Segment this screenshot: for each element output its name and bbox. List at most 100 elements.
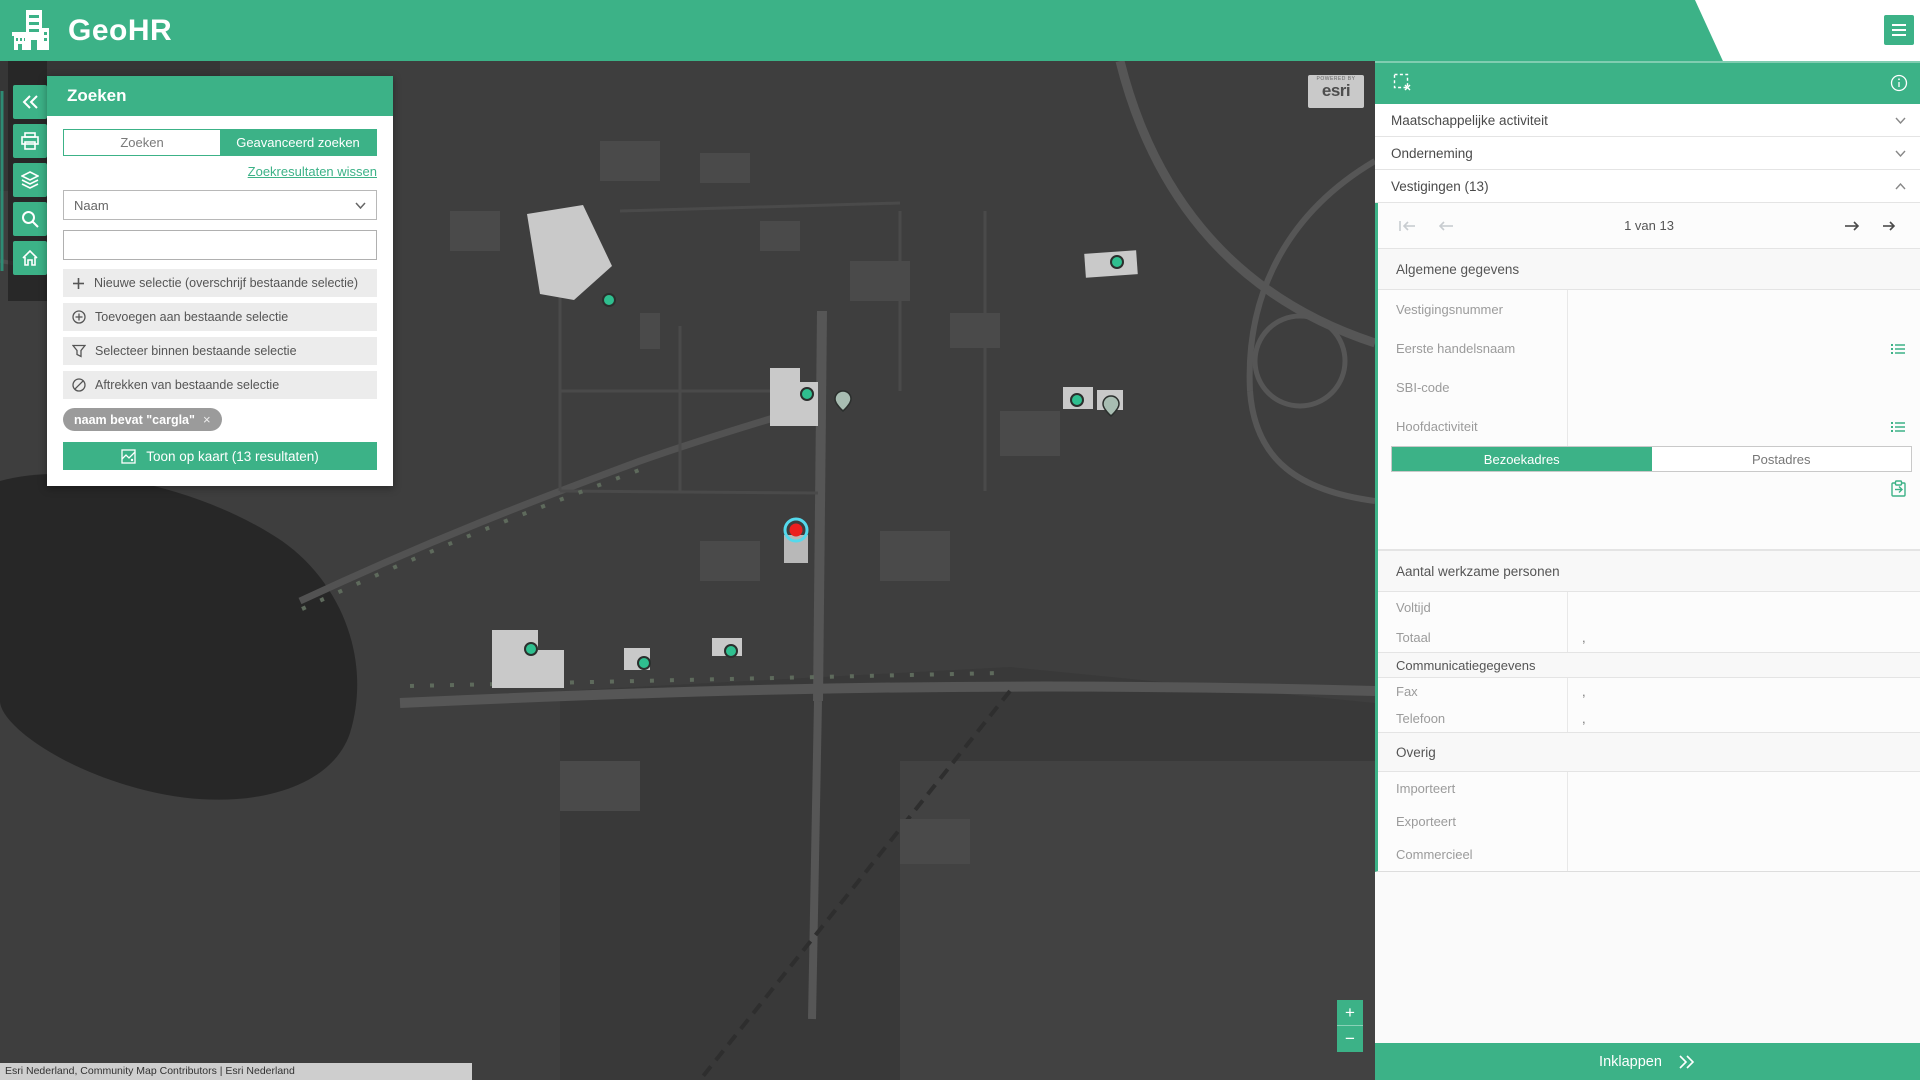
related-list-button[interactable] — [1890, 407, 1920, 446]
field-dropdown[interactable]: Naam — [63, 190, 377, 220]
field-row-vestigingsnummer: Vestigingsnummer — [1378, 290, 1920, 329]
search-button[interactable] — [13, 202, 47, 236]
selection-mode-label: Nieuwe selectie (overschrijf bestaande s… — [94, 276, 358, 290]
field-row-exporteert: Exporteert — [1378, 805, 1920, 838]
field-label: Totaal — [1378, 622, 1568, 652]
selection-mode-add[interactable]: Toevoegen aan bestaande selectie — [63, 303, 377, 331]
accordion-label: Maatschappelijke activiteit — [1391, 113, 1548, 128]
field-row-voltijd: Voltijd — [1378, 592, 1920, 622]
field-value — [1568, 290, 1920, 329]
menu-button[interactable] — [1884, 15, 1914, 45]
chevron-down-icon — [1895, 117, 1906, 124]
tab-zoeken[interactable]: Zoeken — [64, 130, 220, 155]
details-panel: Maatschappelijke activiteit Onderneming … — [1375, 61, 1920, 1080]
clear-selection-icon[interactable] — [1393, 73, 1412, 92]
clipboard-arrow-icon — [1890, 480, 1907, 498]
accordion-vestigingen[interactable]: Vestigingen (13) — [1375, 170, 1920, 203]
collapse-panel-button[interactable] — [13, 85, 47, 119]
accordion-onderneming[interactable]: Onderneming — [1375, 137, 1920, 170]
print-button[interactable] — [13, 124, 47, 158]
map-marker-green[interactable] — [1111, 256, 1123, 268]
search-input[interactable] — [63, 230, 377, 260]
field-label: Telefoon — [1378, 705, 1568, 732]
printer-icon — [21, 132, 39, 150]
collapse-panel-button-bottom[interactable]: Inklappen — [1375, 1043, 1920, 1080]
selection-mode-new[interactable]: Nieuwe selectie (overschrijf bestaande s… — [63, 269, 377, 297]
filter-tag-label: naam bevat "cargla" — [74, 413, 195, 427]
field-label: Vestigingsnummer — [1378, 290, 1568, 329]
accordion-maatschappelijke-activiteit[interactable]: Maatschappelijke activiteit — [1375, 104, 1920, 137]
address-content — [1378, 472, 1920, 550]
zoom-out-button[interactable]: − — [1337, 1026, 1363, 1052]
related-list-button[interactable] — [1890, 329, 1920, 368]
map-marker-green[interactable] — [525, 643, 537, 655]
first-record-button[interactable] — [1398, 220, 1416, 232]
last-record-button[interactable] — [1882, 220, 1900, 232]
info-icon[interactable] — [1890, 74, 1908, 92]
list-icon — [1890, 342, 1906, 356]
field-row-sbi-code: SBI-code — [1378, 368, 1920, 407]
geohr-logo-icon — [10, 8, 56, 53]
search-icon — [21, 210, 39, 228]
layers-button[interactable] — [13, 163, 47, 197]
field-row-telefoon: Telefoon , — [1378, 705, 1920, 732]
selection-mode-within[interactable]: Selecteer binnen bestaande selectie — [63, 337, 377, 365]
chevrons-right-icon — [1678, 1055, 1696, 1069]
field-value: , — [1568, 705, 1920, 732]
field-label: SBI-code — [1378, 368, 1568, 407]
field-label: Hoofdactiviteit — [1378, 407, 1568, 446]
tab-bezoekadres[interactable]: Bezoekadres — [1392, 447, 1652, 471]
field-value — [1568, 805, 1920, 838]
copy-address-button[interactable] — [1890, 480, 1907, 503]
field-value — [1568, 407, 1890, 446]
record-pagination: 1 van 13 — [1378, 203, 1920, 248]
first-record-icon — [1398, 220, 1416, 232]
layers-icon — [21, 171, 39, 189]
left-toolstrip — [8, 61, 47, 301]
selection-mode-subtract[interactable]: Aftrekken van bestaande selectie — [63, 371, 377, 399]
field-dropdown-value: Naam — [74, 198, 109, 213]
tab-postadres[interactable]: Postadres — [1652, 447, 1912, 471]
map-icon — [121, 449, 136, 464]
chevron-down-icon — [355, 202, 366, 209]
home-icon — [21, 249, 39, 267]
search-tabs: Zoeken Geavanceerd zoeken — [63, 129, 377, 156]
app-title: GeoHR — [68, 14, 172, 48]
field-row-totaal: Totaal , — [1378, 622, 1920, 652]
chevron-down-icon — [1895, 150, 1906, 157]
search-panel-title: Zoeken — [47, 76, 393, 116]
app-header: GeoHR — [0, 0, 1920, 61]
search-panel: Zoeken Zoeken Geavanceerd zoeken Zoekres… — [47, 76, 393, 486]
funnel-icon — [72, 344, 86, 358]
map-marker-green[interactable] — [725, 645, 737, 657]
zoom-controls: + − — [1337, 1000, 1363, 1052]
field-value: , — [1568, 622, 1920, 652]
section-header-communicatiegegevens: Communicatiegegevens — [1378, 652, 1920, 678]
address-tabs: Bezoekadres Postadres — [1391, 446, 1912, 472]
map-marker-green[interactable] — [603, 294, 615, 306]
selection-mode-label: Toevoegen aan bestaande selectie — [95, 310, 288, 324]
section-header-overig: Overig — [1378, 732, 1920, 772]
selection-mode-label: Aftrekken van bestaande selectie — [95, 378, 279, 392]
field-label: Voltijd — [1378, 592, 1568, 622]
map-marker-green[interactable] — [1071, 394, 1083, 406]
home-button[interactable] — [13, 241, 47, 275]
field-value — [1568, 592, 1920, 622]
zoom-in-button[interactable]: + — [1337, 1000, 1363, 1026]
show-on-map-label: Toon op kaart (13 resultaten) — [146, 449, 319, 464]
selection-mode-label: Selecteer binnen bestaande selectie — [95, 344, 297, 358]
clear-results-link[interactable]: Zoekresultaten wissen — [248, 164, 377, 179]
details-toolbar — [1375, 61, 1920, 104]
last-record-icon — [1882, 220, 1900, 232]
previous-record-button[interactable] — [1438, 220, 1454, 232]
show-on-map-button[interactable]: Toon op kaart (13 resultaten) — [63, 442, 377, 470]
chevrons-left-icon — [21, 94, 39, 110]
map-marker-green[interactable] — [638, 657, 650, 669]
field-value — [1568, 368, 1920, 407]
address-value — [1378, 463, 1396, 488]
tab-geavanceerd-zoeken[interactable]: Geavanceerd zoeken — [220, 130, 376, 155]
map-marker-green[interactable] — [801, 388, 813, 400]
remove-filter-icon[interactable]: × — [203, 412, 211, 427]
active-filter-tag[interactable]: naam bevat "cargla" × — [63, 408, 222, 431]
next-record-button[interactable] — [1844, 220, 1860, 232]
